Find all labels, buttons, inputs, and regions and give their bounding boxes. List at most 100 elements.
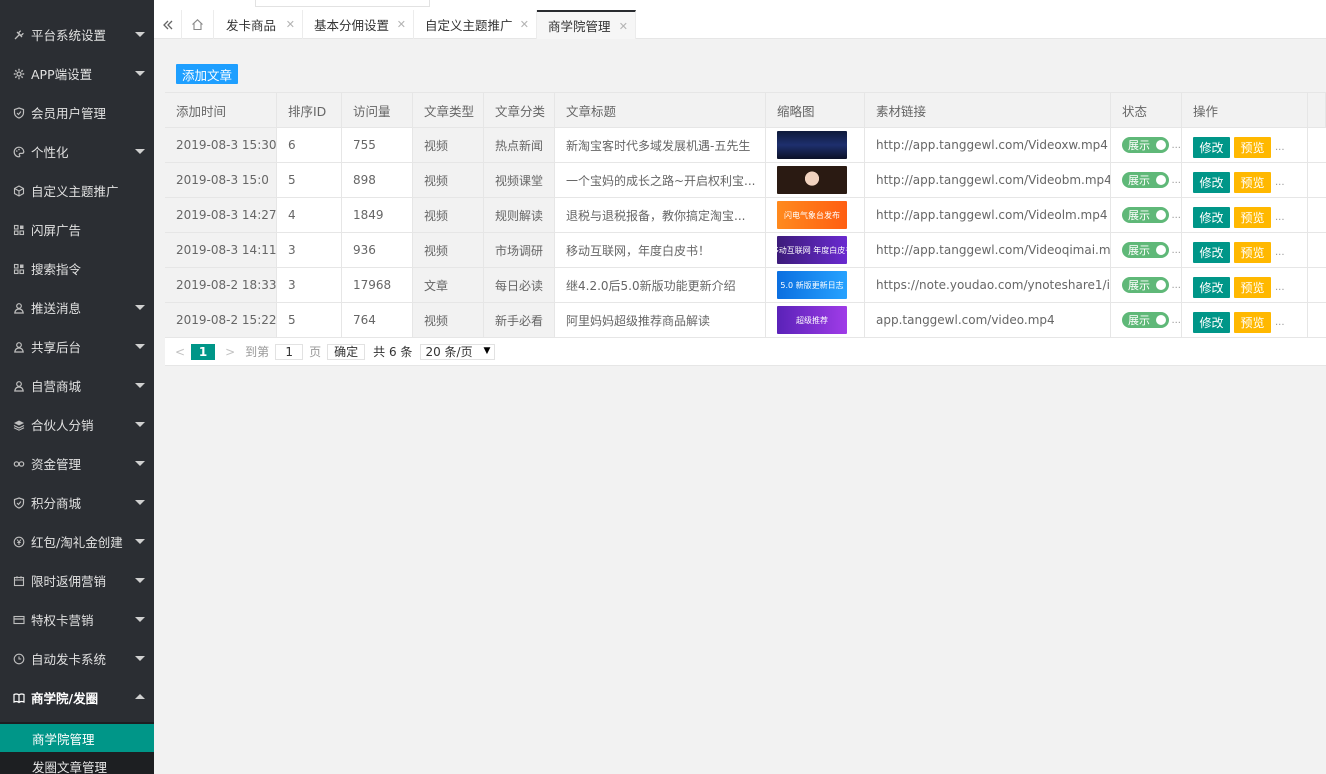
edit-button[interactable]: 修改 [1193,207,1230,228]
column-header[interactable]: 文章类型 [413,93,484,128]
tab-business-school[interactable]: 商学院管理 ✕ [537,10,636,39]
chevron-down-icon [135,383,145,388]
sidebar-item[interactable]: 推送消息 [0,288,154,327]
thumbnail-image[interactable]: 闪电气象台发布 [777,201,847,229]
page-size-select[interactable]: 20 条/页 ▼ [420,343,496,360]
edit-button[interactable]: 修改 [1193,137,1230,158]
cell-thumbnail: 5.0 新版更新日志 [766,268,865,303]
sidebar-subitem[interactable]: 发圈文章管理 [0,752,154,774]
cell-pad [1308,128,1326,163]
preview-button[interactable]: 预览 [1234,312,1271,333]
cell-link: http://app.tanggewl.com/Videoqimai.mp4 [865,233,1111,268]
column-header[interactable]: 操作 [1182,93,1308,128]
thumbnail-image[interactable]: 超级推荐 [777,306,847,334]
status-toggle[interactable]: 展示 [1122,277,1170,293]
tab-card-products[interactable]: 发卡商品 ✕ [215,10,303,39]
status-toggle[interactable]: 展示 [1122,172,1170,188]
sidebar-item[interactable]: 合伙人分销 [0,405,154,444]
tab-scroll-left-button[interactable] [154,10,182,39]
column-header[interactable]: 素材链接 [865,93,1111,128]
close-icon[interactable]: ✕ [520,18,529,31]
sidebar-item[interactable]: 资金管理 [0,444,154,483]
sidebar-item[interactable]: 限时返佣营销 [0,561,154,600]
cell-pad [1308,268,1326,303]
thumbnail-caption: 5.0 新版更新日志 [780,280,844,290]
goto-confirm-button[interactable]: 确定 [327,343,366,360]
cell-title: 新淘宝客时代多域发展机遇-五先生 [555,128,766,163]
sidebar-item-label: 平台系统设置 [31,28,107,43]
visits-text: 17968 [353,278,392,292]
sidebar-item[interactable]: 红包/淘礼金创建 [0,522,154,561]
column-header[interactable]: 排序ID [277,93,342,128]
chevron-down-icon [135,500,145,505]
ellipsis: ... [1171,209,1181,221]
cell-status: 展示... [1111,128,1182,163]
column-header[interactable]: 状态 [1111,93,1182,128]
shield-icon [13,106,25,119]
column-header-pad [1308,93,1326,128]
current-page[interactable]: 1 [191,343,216,360]
edit-button[interactable]: 修改 [1193,242,1230,263]
sidebar-item-label: 特权卡营销 [31,613,94,628]
sidebar-item[interactable]: 自定义主题推广 [0,171,154,210]
column-header[interactable]: 文章分类 [484,93,555,128]
palette-icon [13,146,25,158]
tab-commission-settings[interactable]: 基本分佣设置 ✕ [303,10,414,39]
tab-home[interactable] [182,10,214,39]
sidebar-item[interactable]: 平台系统设置 [0,15,154,54]
thumbnail-image[interactable]: 移动互联网 年度白皮书 [777,236,847,264]
edit-button[interactable]: 修改 [1193,312,1230,333]
sidebar-item[interactable]: 商学院/发圈 [0,678,154,717]
dropdown-arrow-icon: ▼ [483,345,491,356]
preview-button[interactable]: 预览 [1234,172,1271,193]
thumbnail-image[interactable] [777,166,847,194]
sidebar-item[interactable]: 共享后台 [0,327,154,366]
column-header[interactable]: 缩略图 [766,93,865,128]
cell-actions: 修改 预览... [1182,128,1308,163]
column-header[interactable]: 添加时间 [165,93,277,128]
thumbnail-image[interactable]: 5.0 新版更新日志 [777,271,847,299]
sidebar-item[interactable]: 搜索指令 [0,249,154,288]
ellipsis: ... [1171,174,1181,186]
add-article-button[interactable]: 添加文章 [176,64,238,84]
close-icon[interactable]: ✕ [397,18,406,31]
chevron-down-icon [135,656,145,661]
tab-custom-theme[interactable]: 自定义主题推广 ✕ [414,10,537,39]
sidebar-item[interactable]: 闪屏广告 [0,210,154,249]
edit-button[interactable]: 修改 [1193,172,1230,193]
sidebar-subitem[interactable]: 商学院管理 [0,724,154,752]
column-header[interactable]: 访问量 [342,93,413,128]
preview-button[interactable]: 预览 [1234,137,1271,158]
preview-button[interactable]: 预览 [1234,277,1271,298]
sidebar-item[interactable]: 自动发卡系统 [0,639,154,678]
thumbnail-image[interactable] [777,131,847,159]
sidebar-item[interactable]: 特权卡营销 [0,600,154,639]
close-icon[interactable]: ✕ [286,18,295,31]
sidebar-item[interactable]: 会员用户管理 [0,93,154,132]
total-count: 共 6 条 [373,345,413,359]
sidebar-item[interactable]: 个性化 [0,132,154,171]
sidebar-item[interactable]: 自营商城 [0,366,154,405]
status-toggle[interactable]: 展示 [1122,207,1170,223]
close-icon[interactable]: ✕ [619,20,628,33]
preview-button[interactable]: 预览 [1234,207,1271,228]
status-toggle[interactable]: 展示 [1122,137,1170,153]
goto-page-input[interactable]: 1 [275,343,304,360]
header-search-box[interactable] [255,0,430,7]
ellipsis: ... [1275,317,1285,328]
prev-page-button[interactable]: < [175,345,185,359]
column-header[interactable]: 文章标题 [555,93,766,128]
ellipsis: ... [1275,177,1285,188]
sidebar-item[interactable]: 积分商城 [0,483,154,522]
sort-text: 6 [288,138,296,152]
cell-link: app.tanggewl.com/video.mp4 [865,303,1111,338]
preview-button[interactable]: 预览 [1234,242,1271,263]
time-text: 2019-08-3 15:0 [176,173,269,187]
status-toggle[interactable]: 展示 [1122,312,1170,328]
visits-text: 936 [353,243,376,257]
table-header: 添加时间 排序ID 访问量 文章类型 文章分类 文章标题 缩略图 素材链接 状态 操作 [165,93,1326,128]
next-page-button[interactable]: > [225,345,235,359]
status-toggle[interactable]: 展示 [1122,242,1170,258]
sidebar-item[interactable]: APP端设置 [0,54,154,93]
edit-button[interactable]: 修改 [1193,277,1230,298]
